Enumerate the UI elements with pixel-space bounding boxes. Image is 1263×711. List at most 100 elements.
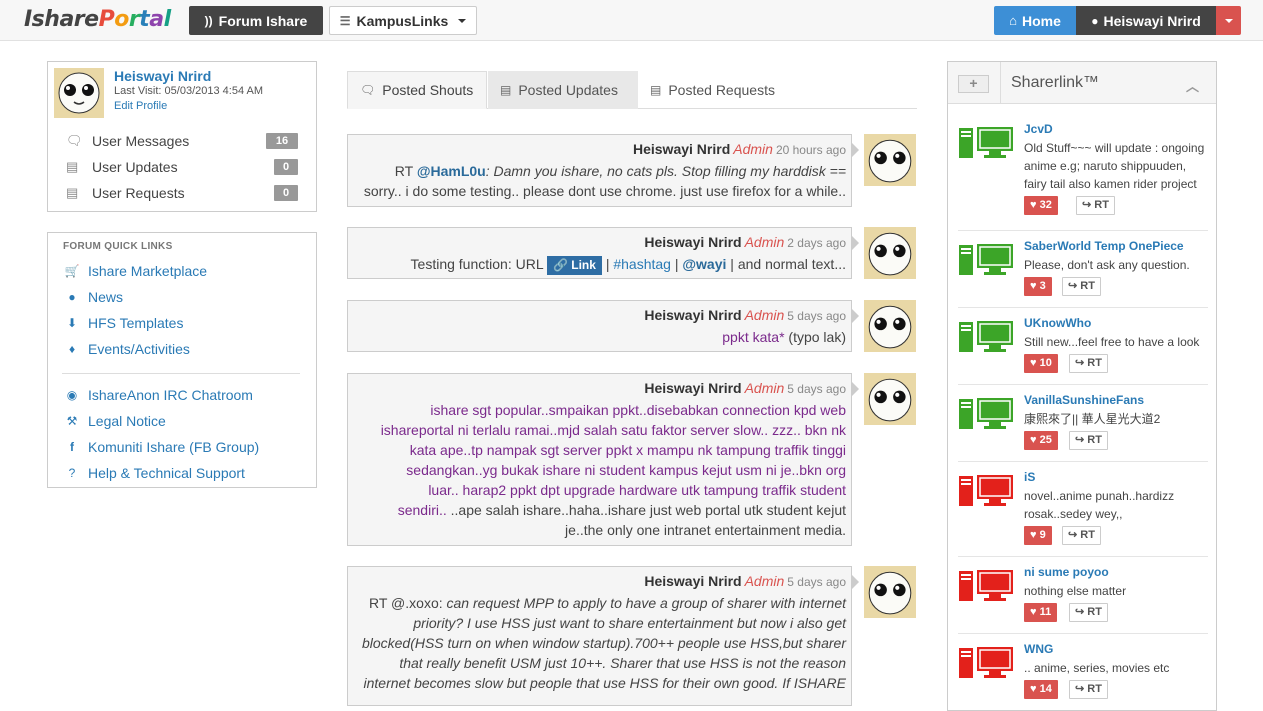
- retweet-button[interactable]: ↪ RT: [1069, 431, 1108, 450]
- sharer-name[interactable]: UKnowWho: [1024, 316, 1091, 330]
- sharer-description: novel..anime punah..hardizz rosak..sedey…: [1024, 489, 1175, 521]
- computer-icon: [959, 127, 1013, 158]
- computer-icon: [959, 321, 1013, 352]
- link-events-activities[interactable]: ♦ Events/Activities: [64, 341, 190, 357]
- link-button[interactable]: 🔗 Link: [546, 256, 602, 275]
- avatar[interactable]: [864, 373, 916, 425]
- kampuslinks-dropdown[interactable]: ☰ KampusLinks: [329, 6, 477, 35]
- user-dropdown-toggle[interactable]: [1216, 6, 1241, 35]
- user-requests-label: User Requests: [92, 185, 185, 201]
- shout-author[interactable]: Heiswayi Nrird: [644, 380, 741, 396]
- retweet-button[interactable]: ↪ RT: [1076, 196, 1115, 215]
- shout-author[interactable]: Heiswayi Nrird: [633, 141, 730, 157]
- shout-author[interactable]: Heiswayi Nrird: [644, 234, 741, 250]
- forum-quick-links: FORUM QUICK LINKS 🛒 Ishare Marketplace ●…: [47, 232, 317, 488]
- user-updates-row[interactable]: ▤ User Updates 0: [66, 154, 298, 180]
- list-icon: ☰: [339, 13, 351, 28]
- rt-label: RT: [1094, 199, 1109, 211]
- divider: [958, 307, 1208, 308]
- divider: [958, 633, 1208, 634]
- shout-text: ishare sgt popular..smpaikan ppkt..diseb…: [380, 402, 846, 518]
- separator: |: [605, 256, 610, 272]
- link-label: News: [88, 289, 124, 305]
- user-updates-label: User Updates: [92, 159, 178, 175]
- shout-role: Admin: [744, 234, 785, 250]
- mention-link[interactable]: @HamL0u: [417, 163, 486, 179]
- retweet-button[interactable]: ↪ RT: [1069, 603, 1108, 622]
- retweet-button[interactable]: ↪ RT: [1069, 354, 1108, 373]
- user-messages-row[interactable]: 🗨 User Messages 16: [66, 128, 298, 154]
- like-button[interactable]: ♥ 10: [1024, 354, 1058, 373]
- like-button[interactable]: ♥ 32: [1024, 196, 1058, 215]
- sharer-name[interactable]: SaberWorld Temp OnePiece: [1024, 239, 1184, 253]
- shout-time: 5 days ago: [787, 309, 846, 323]
- rt-label: RT: [1087, 606, 1102, 618]
- like-button[interactable]: ♥ 9: [1024, 526, 1052, 545]
- link-label: Events/Activities: [88, 341, 190, 357]
- link-legal-notice[interactable]: ⚒ Legal Notice: [64, 413, 166, 429]
- retweet-button[interactable]: ↪ RT: [1062, 526, 1101, 545]
- rt-prefix: RT @.xoxo:: [369, 595, 443, 611]
- like-button[interactable]: ♥ 11: [1024, 603, 1058, 622]
- user-menu-button[interactable]: ● Heiswayi Nrird: [1076, 6, 1216, 35]
- avatar[interactable]: [864, 300, 916, 352]
- avatar[interactable]: [864, 227, 916, 279]
- divider: [958, 384, 1208, 385]
- like-button[interactable]: ♥ 25: [1024, 431, 1058, 450]
- top-navbar: IsharePortal )) Forum Ishare ☰ KampusLin…: [0, 0, 1263, 41]
- link-help-support[interactable]: ? Help & Technical Support: [64, 465, 245, 481]
- retweet-button[interactable]: ↪ RT: [1062, 277, 1101, 296]
- avatar[interactable]: [864, 134, 916, 186]
- shout-author[interactable]: Heiswayi Nrird: [644, 307, 741, 323]
- home-button[interactable]: ⌂ Home: [994, 6, 1076, 35]
- shout-body: RT @.xoxo: can request MPP to apply to h…: [354, 593, 846, 693]
- avatar[interactable]: [54, 68, 104, 118]
- rt-label: RT: [1080, 280, 1095, 292]
- divider: [62, 373, 300, 374]
- comments-icon: 🗨: [66, 133, 83, 148]
- add-sharer-button[interactable]: +: [958, 75, 989, 93]
- sharer-name[interactable]: WNG: [1024, 642, 1053, 656]
- link-ishare-marketplace[interactable]: 🛒 Ishare Marketplace: [64, 263, 208, 279]
- sharer-description: Old Stuff~~~ will update : ongoing anime…: [1024, 141, 1205, 191]
- computer-icon: [959, 570, 1013, 601]
- chevron-up-icon[interactable]: ︿: [1186, 76, 1199, 95]
- tab-posted-requests[interactable]: ▤ Posted Requests: [638, 71, 798, 109]
- forum-ishare-button[interactable]: )) Forum Ishare: [189, 6, 323, 35]
- mention-link[interactable]: @wayi: [682, 256, 726, 272]
- link-news[interactable]: ● News: [64, 289, 123, 305]
- hashtag-link[interactable]: #hashtag: [613, 256, 671, 272]
- tab-label: Posted Updates: [518, 82, 618, 98]
- like-button[interactable]: ♥ 14: [1024, 680, 1058, 699]
- link-hfs-templates[interactable]: ⬇ HFS Templates: [64, 315, 183, 331]
- link-label: Komuniti Ishare (FB Group): [88, 439, 260, 455]
- sharerlink-header: + Sharerlink™ ︿: [948, 62, 1216, 104]
- shout-time: 2 days ago: [787, 236, 846, 250]
- like-button[interactable]: ♥ 3: [1024, 277, 1052, 296]
- shout-body: Testing function: URL 🔗 Link | #hashtag …: [354, 254, 846, 275]
- chevron-down-icon: [1224, 18, 1233, 23]
- shout-author[interactable]: Heiswayi Nrird: [644, 573, 741, 589]
- sharer-name[interactable]: VanillaSunshineFans: [1024, 393, 1144, 407]
- avatar[interactable]: [864, 566, 916, 618]
- sharer-description: nothing else matter: [1024, 584, 1127, 598]
- retweet-button[interactable]: ↪ RT: [1069, 680, 1108, 699]
- user-requests-row[interactable]: ▤ User Requests 0: [66, 180, 298, 206]
- question-icon: ?: [68, 466, 76, 480]
- link-fb-group[interactable]: f Komuniti Ishare (FB Group): [64, 439, 259, 455]
- user-messages-label: User Messages: [92, 133, 190, 149]
- sharer-name[interactable]: JcvD: [1024, 122, 1053, 136]
- sharer-name[interactable]: ni sume poyoo: [1024, 565, 1109, 579]
- home-icon: ⌂: [1009, 13, 1017, 28]
- tab-posted-shouts[interactable]: 🗨 Posted Shouts: [347, 71, 487, 109]
- shout-item: Heiswayi Nrird Admin 5 days ago ppkt kata*…: [347, 300, 859, 352]
- link-irc-chatroom[interactable]: ◉ IshareAnon IRC Chatroom: [64, 387, 253, 403]
- user-label: Heiswayi Nrird: [1103, 12, 1201, 29]
- shout-header: Heiswayi Nrird Admin 5 days ago: [644, 573, 846, 589]
- rt-label: RT: [1080, 529, 1095, 541]
- profile-name[interactable]: Heiswayi Nrird: [114, 68, 211, 84]
- sharer-name[interactable]: iS: [1024, 470, 1035, 484]
- site-logo[interactable]: IsharePortal: [24, 7, 171, 32]
- edit-profile-link[interactable]: Edit Profile: [114, 100, 167, 112]
- tab-posted-updates[interactable]: ▤ Posted Updates: [488, 71, 638, 109]
